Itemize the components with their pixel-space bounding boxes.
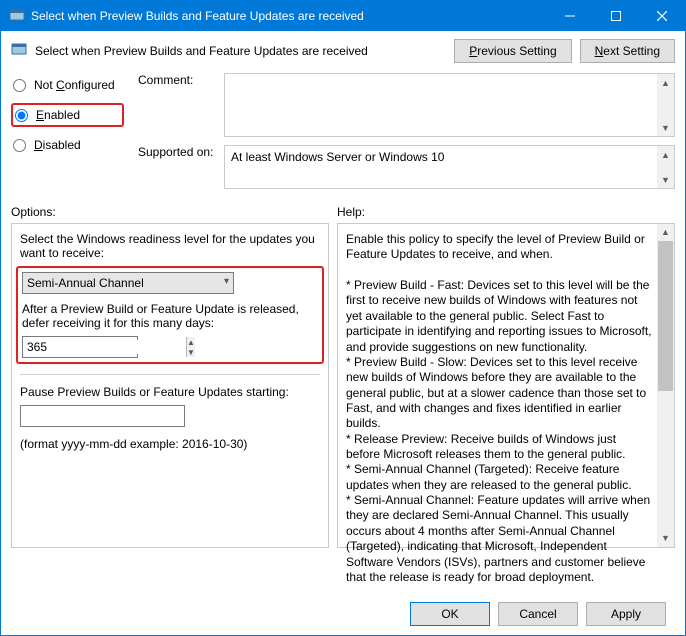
radio-not-configured[interactable]: Not Configured	[11, 75, 126, 95]
close-button[interactable]	[639, 1, 685, 31]
policy-heading: Select when Preview Builds and Feature U…	[35, 44, 446, 58]
readiness-label: Select the Windows readiness level for t…	[20, 232, 320, 260]
minimize-button[interactable]	[547, 1, 593, 31]
scroll-thumb[interactable]	[658, 241, 673, 391]
scroll-down-icon[interactable]: ▼	[657, 171, 674, 188]
options-pane: Select the Windows readiness level for t…	[11, 223, 329, 548]
titlebar: Select when Preview Builds and Feature U…	[1, 1, 685, 31]
radio-enabled[interactable]: Enabled	[11, 103, 124, 127]
cancel-button[interactable]: Cancel	[498, 602, 578, 626]
scroll-up-icon[interactable]: ▲	[657, 146, 674, 163]
previous-setting-button[interactable]: Previous Setting	[454, 39, 571, 63]
pause-label: Pause Preview Builds or Feature Updates …	[20, 385, 320, 399]
radio-disabled[interactable]: Disabled	[11, 135, 126, 155]
app-icon	[9, 8, 25, 24]
comment-scrollbar[interactable]: ▲ ▼	[657, 74, 674, 136]
apply-button[interactable]: Apply	[586, 602, 666, 626]
defer-label: After a Preview Build or Feature Update …	[22, 302, 318, 330]
footer-buttons: OK Cancel Apply	[410, 602, 666, 626]
spin-down-icon[interactable]: ▼	[187, 347, 195, 357]
defer-days-field[interactable]	[23, 340, 186, 354]
spin-up-icon[interactable]: ▲	[187, 337, 195, 347]
format-hint: (format yyyy-mm-dd example: 2016-10-30)	[20, 437, 320, 451]
chevron-down-icon: ▾	[224, 276, 229, 287]
comment-label: Comment:	[138, 73, 216, 87]
pause-date-input[interactable]	[20, 405, 185, 427]
header-icon	[11, 42, 27, 61]
help-text: Enable this policy to specify the level …	[346, 232, 652, 585]
scroll-down-icon[interactable]: ▼	[657, 119, 674, 136]
help-pane: Enable this policy to specify the level …	[337, 223, 675, 548]
supported-field: At least Windows Server or Windows 10 ▲ …	[224, 145, 675, 189]
ok-button[interactable]: OK	[410, 602, 490, 626]
comment-field[interactable]: ▲ ▼	[224, 73, 675, 137]
supported-label: Supported on:	[138, 145, 216, 159]
help-label: Help:	[337, 205, 365, 219]
scroll-up-icon[interactable]: ▲	[657, 224, 674, 241]
window-buttons	[547, 1, 685, 31]
scroll-down-icon[interactable]: ▼	[657, 530, 674, 547]
window-title: Select when Preview Builds and Feature U…	[31, 9, 547, 23]
maximize-button[interactable]	[593, 1, 639, 31]
defer-days-input[interactable]: ▲ ▼	[22, 336, 138, 358]
supported-scrollbar[interactable]: ▲ ▼	[657, 146, 674, 188]
readiness-select[interactable]: Semi-Annual Channel ▾	[22, 272, 234, 294]
next-setting-button[interactable]: Next Setting	[580, 39, 675, 63]
help-scrollbar[interactable]: ▲ ▼	[657, 224, 674, 547]
scroll-up-icon[interactable]: ▲	[657, 74, 674, 91]
options-label: Options:	[11, 205, 337, 219]
